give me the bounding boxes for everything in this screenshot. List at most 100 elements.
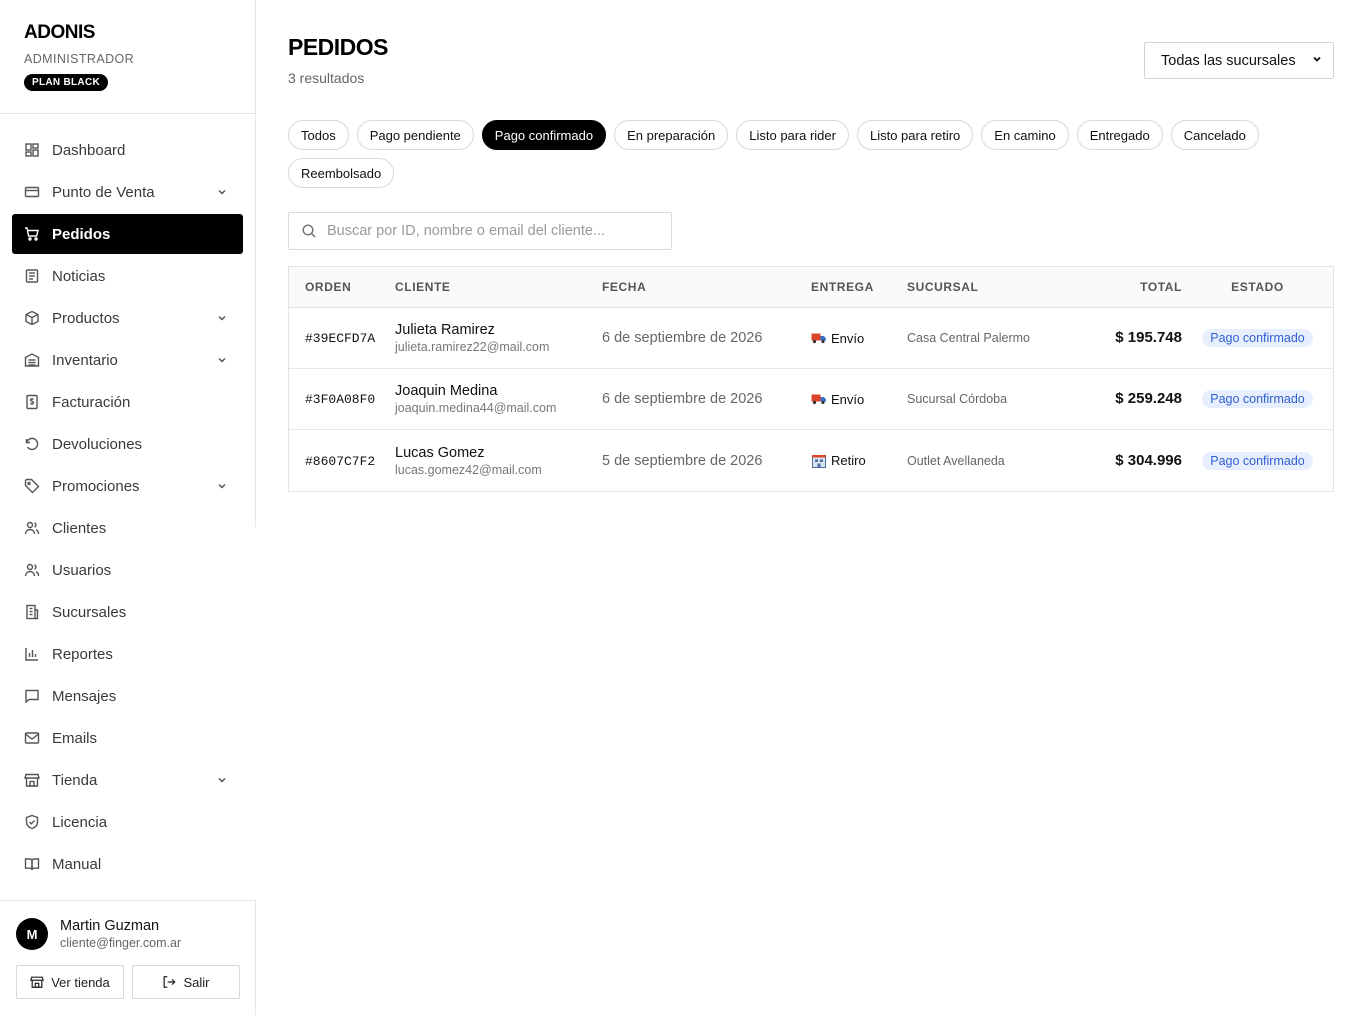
sidebar-item-devoluciones[interactable]: Devoluciones (12, 424, 243, 464)
user-divider (0, 900, 255, 901)
sidebar-item-mensajes[interactable]: Mensajes (12, 676, 243, 716)
sidebar-item-label: Facturación (52, 393, 131, 411)
view-store-button[interactable]: Ver tienda (16, 965, 124, 999)
customer-name: Julieta Ramirez (395, 322, 495, 338)
sidebar-item-facturacion[interactable]: Facturación (12, 382, 243, 422)
sidebar-item-dashboard[interactable]: Dashboard (12, 130, 243, 170)
branch-select[interactable]: Todas las sucursales (1144, 42, 1334, 79)
table-row[interactable]: #39ECFD7A Julieta Ramirez julieta.ramire… (289, 308, 1333, 369)
results-count: 3 resultados (288, 70, 365, 86)
sidebar-item-label: Manual (52, 855, 102, 873)
sidebar-item-inventario[interactable]: Inventario (12, 340, 243, 380)
sidebar-item-label: Devoluciones (52, 435, 143, 453)
table-row[interactable]: #3F0A08F0 Joaquin Medina joaquin.medina4… (289, 369, 1333, 430)
sidebar: ADONIS ADMINISTRADOR PLAN BLACK Dashboar… (0, 0, 256, 1015)
dashboard-icon (24, 142, 40, 158)
sidebar-item-label: Reportes (52, 645, 113, 663)
search-box (288, 212, 672, 250)
sidebar-item-usuarios[interactable]: Usuarios (12, 550, 243, 590)
chevron-down-icon (215, 311, 229, 325)
filter-listo-para-rider[interactable]: Listo para rider (736, 120, 849, 150)
store-pickup-icon (811, 454, 827, 468)
avatar: M (16, 918, 48, 950)
chevron-down-icon (215, 185, 229, 199)
order-total: $ 259.248 (1115, 390, 1182, 407)
customer-name: Lucas Gomez (395, 444, 485, 461)
filter-listo-para-retiro[interactable]: Listo para retiro (856, 120, 974, 150)
status-filters: Todos Pago pendiente Pago confirmado En … (288, 120, 1268, 196)
sidebar-item-label: Noticias (52, 267, 106, 285)
header-sucursal: SUCURSAL (907, 280, 979, 294)
sidebar-item-reportes[interactable]: Reportes (12, 634, 243, 674)
view-store-label: Ver tienda (51, 974, 110, 990)
users-icon (24, 520, 40, 536)
status-badge: Pago confirmado (1202, 329, 1313, 347)
header-total: TOTAL (1140, 280, 1182, 294)
filter-reembolsado[interactable]: Reembolsado (288, 158, 395, 188)
filter-en-preparacion[interactable]: En preparación (614, 120, 729, 150)
chevron-down-icon (1311, 53, 1323, 69)
customer-email: julieta.ramirez22@mail.com (395, 340, 550, 354)
filter-entregado[interactable]: Entregado (1076, 120, 1163, 150)
user-email: cliente@finger.com.ar (60, 936, 182, 950)
order-total: $ 195.748 (1115, 329, 1182, 346)
filter-cancelado[interactable]: Cancelado (1170, 120, 1259, 150)
filter-pago-pendiente[interactable]: Pago pendiente (356, 120, 474, 150)
sidebar-item-emails[interactable]: Emails (12, 718, 243, 758)
order-id: #3F0A08F0 (305, 392, 376, 407)
sidebar-item-manual[interactable]: Manual (12, 844, 243, 884)
sidebar-item-label: Emails (52, 729, 98, 747)
delivery-type: Retiro (831, 453, 866, 468)
sidebar-item-promociones[interactable]: Promociones (12, 466, 243, 506)
sidebar-item-label: Tienda (52, 771, 98, 789)
logout-button[interactable]: Salir (132, 965, 240, 999)
table-row[interactable]: #8607C7F2 Lucas Gomez lucas.gomez42@mail… (289, 430, 1333, 491)
filter-todos[interactable]: Todos (288, 120, 349, 150)
sidebar-item-productos[interactable]: Productos (12, 298, 243, 338)
sidebar-item-licencia[interactable]: Licencia (12, 802, 243, 842)
store-icon (24, 772, 40, 788)
sidebar-item-tienda[interactable]: Tienda (12, 760, 243, 800)
sidebar-item-clientes[interactable]: Clientes (12, 508, 243, 548)
sidebar-item-label: Promociones (52, 477, 140, 495)
logout-icon (162, 975, 177, 989)
sidebar-divider (255, 0, 256, 527)
chevron-down-icon (215, 353, 229, 367)
header-estado: ESTADO (1231, 280, 1284, 294)
sidebar-item-pedidos[interactable]: Pedidos (12, 214, 243, 254)
filter-pago-confirmado[interactable]: Pago confirmado (481, 120, 607, 150)
delivery-type: Envío (831, 330, 865, 346)
warehouse-icon (24, 352, 40, 368)
sidebar-item-label: Punto de Venta (52, 183, 155, 201)
sidebar-item-punto-de-venta[interactable]: Punto de Venta (12, 172, 243, 212)
search-input[interactable] (327, 223, 659, 239)
customer-email: lucas.gomez42@mail.com (395, 462, 542, 477)
sidebar-item-label: Inventario (52, 351, 118, 369)
header-cliente: CLIENTE (395, 280, 451, 294)
truck-icon (811, 392, 827, 406)
sidebar-item-sucursales[interactable]: Sucursales (12, 592, 243, 632)
box-icon (24, 310, 40, 326)
order-date: 6 de septiembre de 2026 (602, 330, 763, 346)
building-icon (24, 604, 40, 620)
table-header: ORDEN CLIENTE FECHA ENTREGA SUCURSAL TOT… (289, 267, 1333, 308)
shield-icon (24, 814, 40, 830)
order-branch: Outlet Avellaneda (907, 453, 1005, 468)
filter-en-camino[interactable]: En camino (981, 120, 1069, 150)
sidebar-item-label: Productos (52, 309, 120, 327)
delivery-type: Envío (831, 391, 865, 407)
user-name: Martin Guzman (60, 918, 160, 934)
sidebar-item-label: Dashboard (52, 141, 126, 159)
message-icon (24, 688, 40, 704)
sidebar-item-noticias[interactable]: Noticias (12, 256, 243, 296)
order-date: 5 de septiembre de 2026 (602, 452, 763, 469)
mail-icon (24, 730, 40, 746)
chevron-down-icon (215, 479, 229, 493)
store-icon (30, 975, 45, 989)
branch-select-value: Todas las sucursales (1161, 52, 1296, 69)
header-entrega: ENTREGA (811, 280, 874, 294)
order-id: #8607C7F2 (305, 453, 376, 469)
brand-role: ADMINISTRADOR (24, 52, 135, 66)
sidebar-item-label: Sucursales (52, 603, 127, 621)
chevron-down-icon (215, 773, 229, 787)
